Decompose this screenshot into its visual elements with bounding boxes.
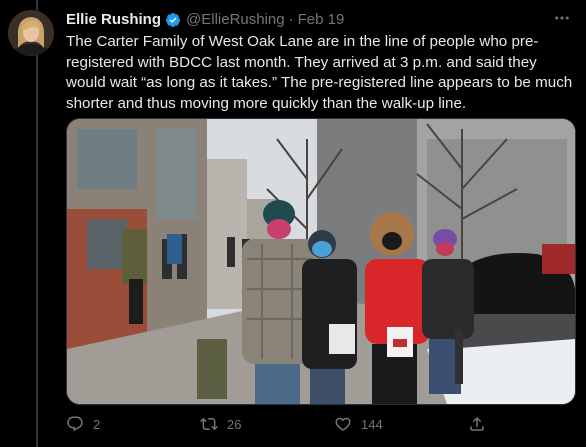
like-button[interactable]: 144 [334, 415, 468, 433]
share-button[interactable] [468, 415, 498, 433]
like-count: 144 [361, 416, 383, 432]
heart-icon [335, 417, 351, 431]
separator-dot: · [288, 11, 294, 28]
retweet-icon [200, 417, 218, 431]
retweet-button[interactable]: 26 [200, 415, 334, 433]
verified-badge-icon [166, 13, 181, 27]
reply-button[interactable]: 2 [66, 415, 200, 433]
tweet-text: The Carter Family of West Oak Lane are i… [66, 33, 573, 112]
tweet-header: Ellie Rushing @EllieRushing · Feb 19 [66, 10, 572, 30]
user-handle[interactable]: @EllieRushing [186, 10, 285, 30]
thread-line [36, 0, 38, 447]
share-icon [470, 416, 484, 431]
reply-count: 2 [93, 416, 101, 432]
photo-image [67, 119, 575, 404]
more-horizontal-icon [555, 16, 569, 20]
avatar[interactable] [8, 10, 54, 56]
avatar-image [8, 10, 54, 56]
tweet-actions: 2 26 144 [66, 413, 576, 435]
retweet-count: 26 [227, 416, 242, 432]
reply-icon [67, 416, 83, 432]
display-name[interactable]: Ellie Rushing [66, 10, 161, 30]
more-options-button[interactable] [552, 8, 572, 28]
tweet-date[interactable]: Feb 19 [298, 10, 345, 30]
tweet-photo[interactable] [66, 118, 576, 405]
